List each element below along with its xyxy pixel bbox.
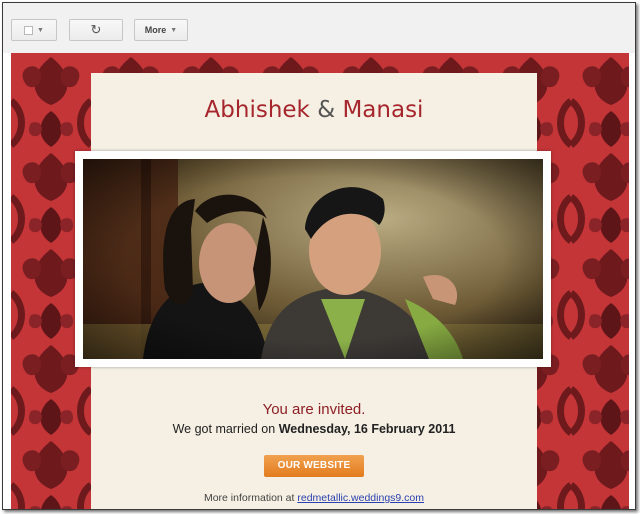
couple-photo-image	[83, 159, 543, 359]
couple-names: Abhishek & Manasi	[91, 97, 537, 123]
married-line: We got married on Wednesday, 16 February…	[91, 422, 537, 436]
website-link[interactable]: redmetallic.weddings9.com	[297, 492, 424, 504]
more-button[interactable]: More ▼	[134, 19, 188, 41]
more-info-line: More information at redmetallic.weddings…	[91, 492, 537, 504]
photo-frame	[75, 151, 551, 367]
refresh-icon: ↻	[90, 22, 102, 37]
mail-toolbar: ▼ ↻ More ▼	[3, 3, 635, 53]
checkbox-icon	[24, 25, 34, 35]
email-window: ▼ ↻ More ▼ Abhishek & Manasi You are inv…	[2, 2, 636, 510]
select-checkbox-button[interactable]: ▼	[11, 19, 57, 41]
chevron-down-icon: ▼	[37, 26, 44, 34]
invited-heading: You are invited.	[262, 401, 366, 418]
bride-name: Manasi	[342, 97, 424, 123]
ampersand: &	[317, 97, 336, 123]
more-info-prefix: More information at	[203, 492, 295, 504]
groom-name: Abhishek	[204, 97, 310, 123]
our-website-button[interactable]: OUR WEBSITE	[264, 455, 364, 477]
wedding-date: Wednesday, 16 February 2011	[278, 422, 456, 436]
married-prefix: We got married on	[172, 422, 276, 436]
refresh-button[interactable]: ↻	[69, 19, 123, 41]
damask-background: Abhishek & Manasi You are invited. We go…	[11, 53, 629, 509]
couple-photo	[83, 159, 543, 359]
more-label: More	[144, 25, 167, 35]
chevron-down-icon: ▼	[170, 26, 178, 34]
